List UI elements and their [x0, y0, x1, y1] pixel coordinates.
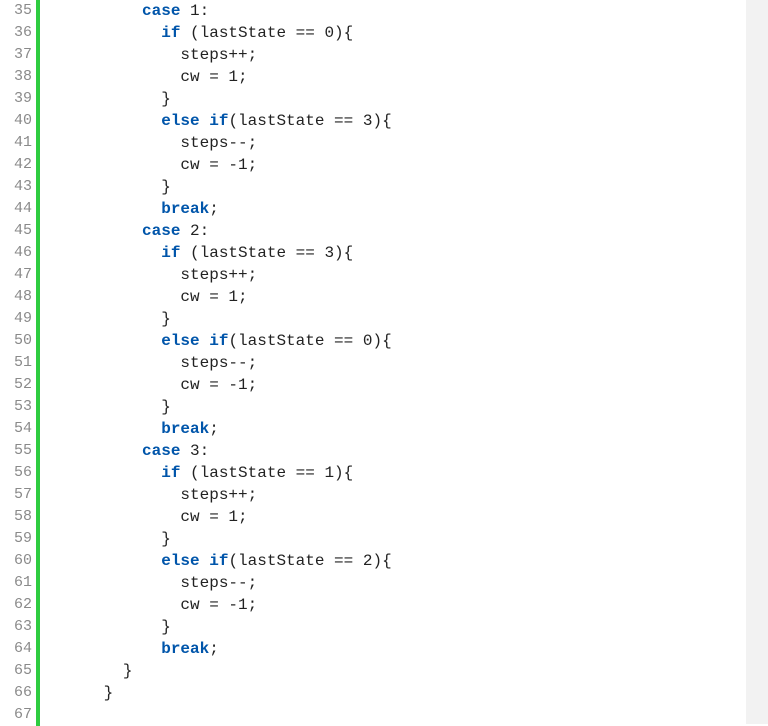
keyword: break	[161, 420, 209, 438]
code-line[interactable]: cw = -1;	[46, 374, 740, 396]
keyword: if	[209, 332, 228, 350]
code-line[interactable]	[46, 704, 740, 726]
code-line[interactable]: }	[46, 616, 740, 638]
code-line[interactable]: }	[46, 682, 740, 704]
keyword: if	[161, 464, 180, 482]
code-line[interactable]: break;	[46, 638, 740, 660]
code-line[interactable]: cw = -1;	[46, 154, 740, 176]
code-line[interactable]: steps++;	[46, 264, 740, 286]
keyword: case	[142, 2, 180, 20]
code-line[interactable]: if (lastState == 3){	[46, 242, 740, 264]
code-line[interactable]: cw = 1;	[46, 286, 740, 308]
keyword: break	[161, 640, 209, 658]
code-line[interactable]: steps++;	[46, 44, 740, 66]
code-line[interactable]: }	[46, 660, 740, 682]
line-number: 52	[0, 374, 36, 396]
line-number: 63	[0, 616, 36, 638]
line-number: 48	[0, 286, 36, 308]
line-number-gutter: 3536373839404142434445464748495051525354…	[0, 0, 36, 724]
code-line[interactable]: case 3:	[46, 440, 740, 462]
keyword: case	[142, 442, 180, 460]
line-number: 47	[0, 264, 36, 286]
line-number: 46	[0, 242, 36, 264]
keyword: case	[142, 222, 180, 240]
code-line[interactable]: cw = 1;	[46, 66, 740, 88]
keyword: if	[209, 552, 228, 570]
line-number: 43	[0, 176, 36, 198]
code-line[interactable]: if (lastState == 0){	[46, 22, 740, 44]
code-line[interactable]: steps--;	[46, 572, 740, 594]
code-line[interactable]: cw = 1;	[46, 506, 740, 528]
line-number: 67	[0, 704, 36, 726]
vertical-scrollbar[interactable]	[746, 0, 768, 724]
line-number: 41	[0, 132, 36, 154]
line-number: 37	[0, 44, 36, 66]
code-line[interactable]: break;	[46, 198, 740, 220]
line-number: 50	[0, 330, 36, 352]
line-number: 58	[0, 506, 36, 528]
line-number: 35	[0, 0, 36, 22]
code-line[interactable]: case 2:	[46, 220, 740, 242]
line-number: 44	[0, 198, 36, 220]
keyword: if	[161, 24, 180, 42]
line-number: 54	[0, 418, 36, 440]
line-number: 45	[0, 220, 36, 242]
line-number: 66	[0, 682, 36, 704]
code-line[interactable]: steps++;	[46, 484, 740, 506]
line-number: 64	[0, 638, 36, 660]
line-number: 36	[0, 22, 36, 44]
line-number: 65	[0, 660, 36, 682]
code-line[interactable]: else if(lastState == 3){	[46, 110, 740, 132]
code-line[interactable]: }	[46, 176, 740, 198]
keyword: else	[161, 112, 199, 130]
line-number: 61	[0, 572, 36, 594]
code-line[interactable]: cw = -1;	[46, 594, 740, 616]
keyword: else	[161, 552, 199, 570]
code-line[interactable]: }	[46, 88, 740, 110]
line-number: 40	[0, 110, 36, 132]
code-line[interactable]: case 1:	[46, 0, 740, 22]
line-number: 59	[0, 528, 36, 550]
code-line[interactable]: steps--;	[46, 352, 740, 374]
line-number: 57	[0, 484, 36, 506]
line-number: 51	[0, 352, 36, 374]
code-line[interactable]: }	[46, 396, 740, 418]
keyword: if	[209, 112, 228, 130]
code-editor[interactable]: 3536373839404142434445464748495051525354…	[0, 0, 740, 724]
line-number: 39	[0, 88, 36, 110]
line-number: 53	[0, 396, 36, 418]
line-number: 55	[0, 440, 36, 462]
code-line[interactable]: else if(lastState == 0){	[46, 330, 740, 352]
keyword: break	[161, 200, 209, 218]
code-line[interactable]: else if(lastState == 2){	[46, 550, 740, 572]
keyword: else	[161, 332, 199, 350]
code-line[interactable]: steps--;	[46, 132, 740, 154]
code-line[interactable]: }	[46, 308, 740, 330]
line-number: 56	[0, 462, 36, 484]
line-number: 42	[0, 154, 36, 176]
code-line[interactable]: if (lastState == 1){	[46, 462, 740, 484]
line-number: 38	[0, 66, 36, 88]
code-line[interactable]: }	[46, 528, 740, 550]
code-content[interactable]: case 1: if (lastState == 0){ steps++; cw…	[40, 0, 740, 724]
line-number: 62	[0, 594, 36, 616]
code-line[interactable]: break;	[46, 418, 740, 440]
keyword: if	[161, 244, 180, 262]
line-number: 60	[0, 550, 36, 572]
line-number: 49	[0, 308, 36, 330]
